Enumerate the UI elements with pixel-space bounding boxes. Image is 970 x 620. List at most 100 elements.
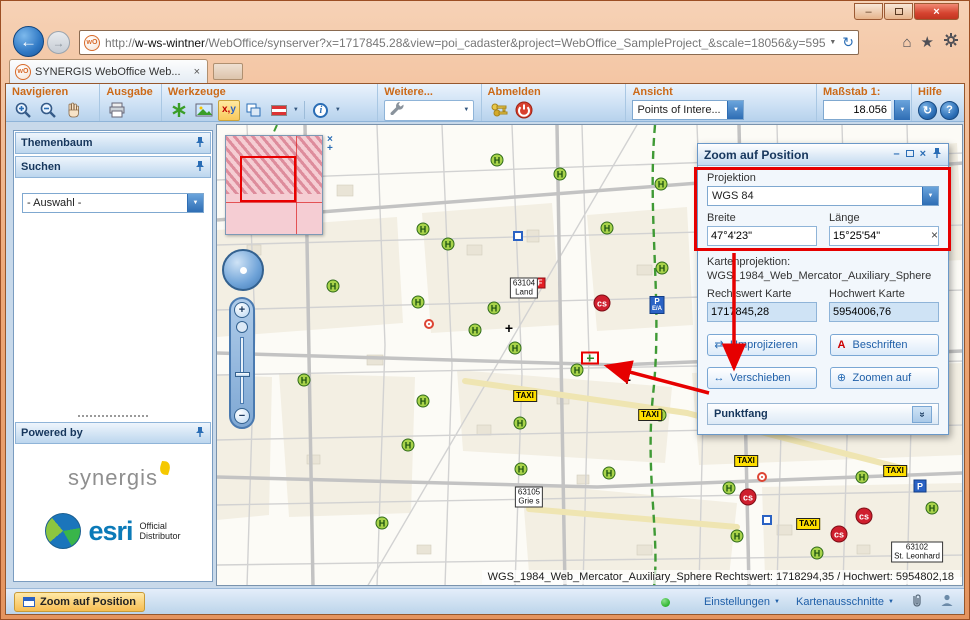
map-marker-cs[interactable]: cs <box>831 526 848 543</box>
map-marker-h[interactable]: H <box>412 296 425 309</box>
pan-north-icon[interactable] <box>239 254 249 264</box>
map-marker-p[interactable]: P <box>914 480 927 493</box>
close-button[interactable]: × <box>914 3 959 20</box>
map-marker-label2[interactable]: 63102St. Leonhard <box>891 542 943 563</box>
zoomen-auf-button[interactable]: Zoomen auf <box>830 367 940 389</box>
user-icon[interactable] <box>940 593 954 612</box>
map-marker-h[interactable]: H <box>723 482 736 495</box>
zoom-slider-track[interactable] <box>240 337 244 404</box>
dialog-close-button[interactable]: × <box>920 149 926 160</box>
zoom-slider-minus-button[interactable]: − <box>234 408 250 424</box>
map-marker-cs[interactable]: cs <box>856 508 873 525</box>
overview-extent-rect[interactable] <box>240 156 296 202</box>
clear-coordinates-icon[interactable]: × <box>929 229 940 241</box>
map-canvas[interactable]: HHHHHHHHHHHHHHHHHHHHHHHHHHTAXITAXITAXITA… <box>216 124 963 586</box>
language-flag-button[interactable] <box>268 100 290 121</box>
map-marker-label2[interactable]: 63104Land <box>510 278 538 299</box>
projektion-caret-icon[interactable]: ▼ <box>922 187 938 205</box>
autocomplete-caret-icon[interactable]: ▼ <box>829 39 836 46</box>
map-marker-cs[interactable]: cs <box>594 295 611 312</box>
map-marker-taxi[interactable]: TAXI <box>883 465 907 477</box>
pin-icon[interactable] <box>195 136 205 151</box>
info-dropdown-caret-icon[interactable]: ▼ <box>335 107 341 113</box>
map-marker-h[interactable]: H <box>402 439 415 452</box>
map-marker-taxi[interactable]: TAXI <box>638 409 662 421</box>
zoom-full-extent-button[interactable] <box>236 321 248 333</box>
more-tools-dropdown[interactable]: ▼ <box>384 100 474 121</box>
scale-input[interactable] <box>823 100 891 120</box>
sidebar-item-suchen[interactable]: Suchen <box>15 156 211 178</box>
export-image-button[interactable] <box>193 100 215 121</box>
zoom-slider-control[interactable]: + − <box>229 297 255 429</box>
xy-coordinates-button[interactable]: x,y <box>218 100 240 121</box>
tab-close-icon[interactable]: × <box>192 66 202 78</box>
search-select-caret-icon[interactable]: ▼ <box>187 194 203 212</box>
settings-gear-icon[interactable] <box>943 32 959 53</box>
help-button[interactable]: ? <box>940 101 959 120</box>
zoom-auf-position-taskbar-button[interactable]: Zoom auf Position <box>14 592 145 612</box>
reload-project-button[interactable]: ↻ <box>918 101 937 120</box>
maximize-button[interactable] <box>884 3 913 20</box>
map-marker-h[interactable]: H <box>571 364 584 377</box>
address-bar[interactable]: wO http://w-ws-wintner/WebOffice/synserv… <box>79 30 859 55</box>
sidebar-item-themenbaum[interactable]: Themenbaum <box>15 132 211 154</box>
zoom-slider-plus-button[interactable]: + <box>234 302 250 318</box>
map-marker-h[interactable]: H <box>417 223 430 236</box>
pan-east-icon[interactable] <box>249 266 259 276</box>
map-marker-h[interactable]: H <box>509 342 522 355</box>
home-icon[interactable]: ⌂ <box>902 35 911 50</box>
minimize-button[interactable]: – <box>854 3 883 20</box>
scale-caret-icon[interactable]: ▼ <box>894 100 910 120</box>
map-marker-bluesq[interactable] <box>513 231 523 241</box>
map-marker-taxi[interactable]: TAXI <box>734 455 758 467</box>
map-marker-reddot[interactable] <box>424 319 434 329</box>
map-marker-reddot[interactable] <box>757 472 767 482</box>
print-button[interactable] <box>106 100 128 121</box>
attachment-paperclip-icon[interactable] <box>910 592 924 613</box>
map-marker-h[interactable]: H <box>811 547 824 560</box>
einstellungen-menu[interactable]: Einstellungen▼ <box>704 596 780 608</box>
laenge-input[interactable] <box>829 226 939 246</box>
breite-input[interactable] <box>707 226 817 246</box>
map-marker-h[interactable]: H <box>327 280 340 293</box>
dialog-restore-button[interactable] <box>906 149 914 160</box>
punktfang-expand-button[interactable]: » <box>912 406 932 423</box>
map-marker-h[interactable]: H <box>488 302 501 315</box>
map-marker-h[interactable]: H <box>554 168 567 181</box>
kartenausschnitte-menu[interactable]: Kartenausschnitte▼ <box>796 596 894 608</box>
beschriften-button[interactable]: Beschriften <box>830 334 940 356</box>
keys-button[interactable] <box>488 100 510 121</box>
pan-compass-control[interactable] <box>222 249 264 291</box>
map-marker-h[interactable]: H <box>656 262 669 275</box>
zoom-in-button[interactable] <box>12 100 34 121</box>
map-marker-label2[interactable]: 63105Grie s <box>515 487 543 508</box>
map-marker-plus[interactable]: + <box>623 375 631 385</box>
map-marker-h[interactable]: H <box>442 238 455 251</box>
panel-splitter[interactable] <box>14 411 212 421</box>
map-marker-h[interactable]: H <box>469 324 482 337</box>
add-poi-button[interactable] <box>168 100 190 121</box>
refresh-icon[interactable]: ↻ <box>842 34 854 51</box>
back-button[interactable]: ← <box>13 26 44 57</box>
map-marker-h[interactable]: H <box>603 467 616 480</box>
map-marker-h[interactable]: H <box>601 222 614 235</box>
info-tool-button[interactable]: i <box>310 100 332 121</box>
dialog-minimize-button[interactable]: – <box>893 149 899 160</box>
search-select[interactable]: - Auswahl - ▼ <box>22 193 204 213</box>
new-tab-button[interactable] <box>213 63 243 80</box>
punktfang-section-header[interactable]: Punktfang » <box>707 403 939 425</box>
map-marker-h[interactable]: H <box>731 530 744 543</box>
pin-icon[interactable] <box>195 426 205 441</box>
sidebar-item-powered-by[interactable]: Powered by <box>15 422 211 444</box>
zoom-slider-handle[interactable] <box>235 372 250 377</box>
browser-tab[interactable]: wO SYNERGIS WebOffice Web... × <box>9 59 208 83</box>
umprojizieren-button[interactable]: Umprojizieren <box>707 334 817 356</box>
map-marker-h[interactable]: H <box>376 517 389 530</box>
verschieben-button[interactable]: Verschieben <box>707 367 817 389</box>
logout-power-button[interactable] <box>513 100 535 121</box>
map-marker-bluesq[interactable] <box>762 515 772 525</box>
map-marker-cs[interactable]: cs <box>740 489 757 506</box>
map-marker-h[interactable]: H <box>417 395 430 408</box>
map-marker-h[interactable]: H <box>856 471 869 484</box>
map-marker-h[interactable]: H <box>298 374 311 387</box>
